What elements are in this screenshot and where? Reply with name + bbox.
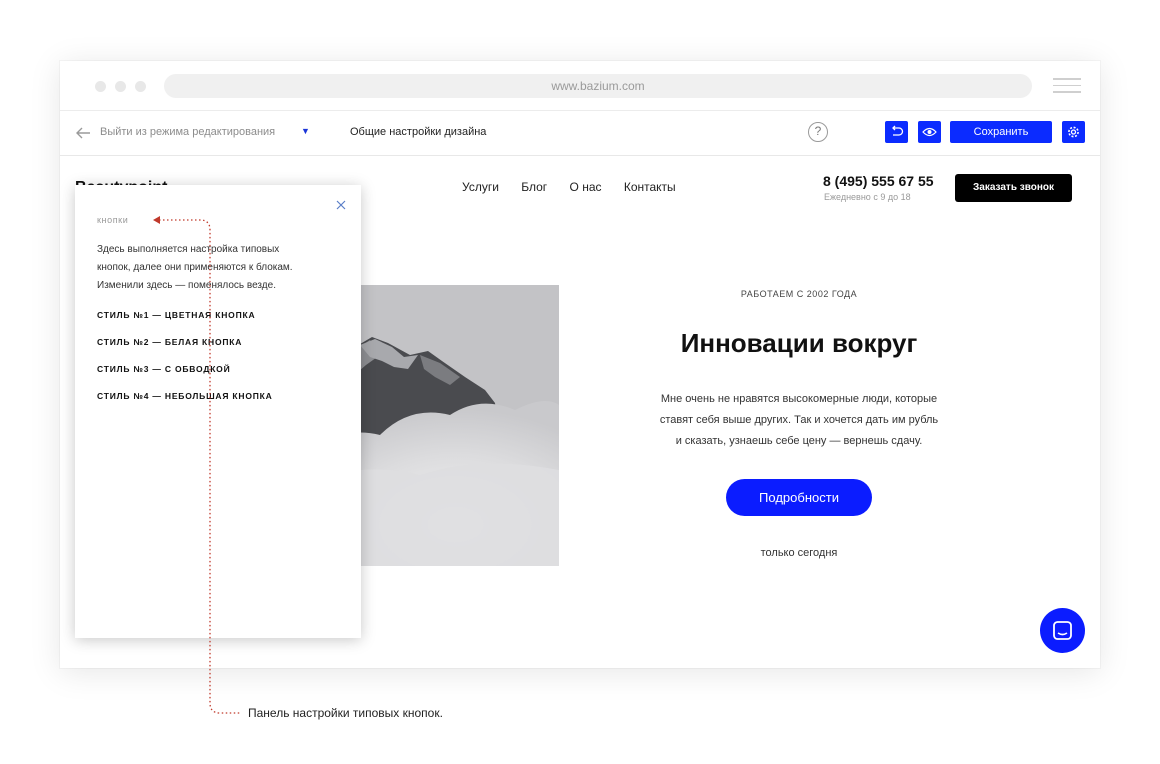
menu-icon[interactable] [1053, 78, 1081, 94]
eye-icon [922, 127, 937, 137]
design-settings-link[interactable]: Общие настройки дизайна [350, 126, 486, 138]
back-arrow-icon[interactable] [74, 124, 92, 142]
window-dot-minimize[interactable] [115, 81, 126, 92]
hero-text-line: и сказать, узнаешь себе цену — вернешь с… [675, 435, 923, 447]
window-dot-maximize[interactable] [135, 81, 146, 92]
site-nav: Услуги Блог О нас Контакты [462, 180, 695, 194]
caret-down-icon[interactable]: ▼ [301, 126, 310, 136]
panel-description: Здесь выполняется настройка типовых кноп… [97, 241, 347, 295]
panel-title: кнопки [97, 215, 129, 225]
nav-item-about[interactable]: О нас [570, 180, 602, 194]
button-style-1[interactable]: СТИЛЬ №1 — ЦВЕТНАЯ КНОПКА [97, 310, 255, 320]
settings-button[interactable] [1062, 121, 1085, 143]
panel-description-line: Изменили здесь — поменялось везде. [97, 280, 276, 291]
close-icon[interactable] [335, 199, 347, 211]
editor-toolbar: Выйти из режима редактирования ▼ Общие н… [60, 111, 1100, 156]
button-style-4[interactable]: СТИЛЬ №4 — НЕБОЛЬШАЯ КНОПКА [97, 391, 273, 401]
chat-widget-button[interactable] [1040, 608, 1085, 653]
hero-since-label: РАБОТАЕМ С 2002 ГОДА [740, 289, 858, 299]
order-call-button[interactable]: Заказать звонок [955, 174, 1072, 202]
panel-description-line: Здесь выполняется настройка типовых [97, 244, 280, 255]
chat-icon [1053, 621, 1072, 640]
working-hours: Ежедневно с 9 до 18 [824, 192, 911, 202]
hero-text-line: Мне очень не нравятся высокомерные люди,… [660, 393, 938, 405]
nav-item-contacts[interactable]: Контакты [624, 180, 676, 194]
hero-text: Мне очень не нравятся высокомерные люди,… [630, 389, 968, 452]
exit-edit-mode-link[interactable]: Выйти из режима редактирования [100, 126, 275, 138]
window-dot-close[interactable] [95, 81, 106, 92]
save-button[interactable]: Сохранить [950, 121, 1052, 143]
gear-icon [1068, 126, 1079, 138]
panel-description-line: кнопок, далее они применяются к блокам. [97, 262, 293, 273]
phone-number[interactable]: 8 (495) 555 67 55 [823, 173, 934, 189]
hero-title: Инновации вокруг [680, 328, 918, 358]
hero-text-line: ставят себя выше других. Так и хочется д… [659, 414, 939, 426]
undo-button[interactable] [885, 121, 908, 143]
button-style-2[interactable]: СТИЛЬ №2 — БЕЛАЯ КНОПКА [97, 337, 242, 347]
button-style-3[interactable]: СТИЛЬ №3 — С ОБВОДКОЙ [97, 364, 231, 374]
hero-note: только сегодня [760, 547, 838, 559]
undo-icon [892, 125, 904, 136]
nav-item-blog[interactable]: Блог [521, 180, 547, 194]
button-settings-panel: кнопки Здесь выполняется настройка типов… [75, 185, 361, 638]
details-button[interactable]: Подробности [726, 479, 872, 516]
preview-button[interactable] [918, 121, 941, 143]
annotation-caption: Панель настройки типовых кнопок. [248, 706, 443, 720]
url-bar[interactable]: www.bazium.com [164, 74, 1032, 98]
nav-item-services[interactable]: Услуги [462, 180, 499, 194]
help-icon[interactable]: ? [808, 122, 828, 142]
browser-chrome: www.bazium.com [60, 61, 1100, 111]
